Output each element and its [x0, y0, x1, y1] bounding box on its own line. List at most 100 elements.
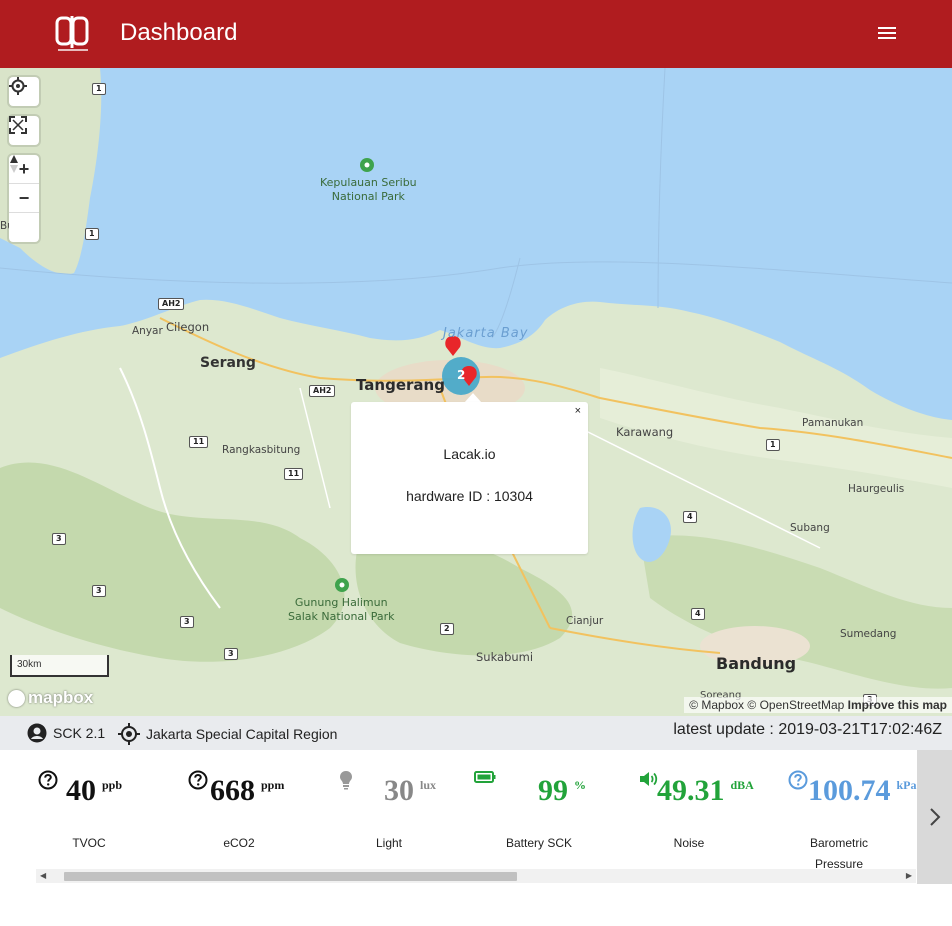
cluster-count[interactable]: 2 — [457, 368, 465, 382]
sensor-value: 30 lux — [384, 774, 436, 808]
road-shield: 11 — [189, 436, 209, 448]
town-label-cilegon: Cilegon — [166, 320, 210, 334]
scroll-left-icon[interactable]: ◀ — [40, 871, 46, 880]
road-shield: AH2 — [158, 298, 185, 310]
zoom-out-button[interactable]: − — [9, 184, 39, 213]
sensor-value: 99% — [538, 774, 586, 808]
road-shield: 2 — [440, 623, 454, 635]
town-label-anyar: Anyar — [132, 325, 163, 337]
town-label-haurgeulis: Haurgeulis — [848, 483, 905, 495]
park-label-halimun: Gunung Halimun Salak National Park — [288, 596, 395, 624]
help-circle-icon[interactable] — [788, 770, 808, 795]
map-view[interactable]: Kepulauan Seribu National Park Jakarta B… — [0, 68, 952, 716]
app-header: Dashboard — [0, 0, 952, 68]
lightbulb-icon — [338, 770, 354, 795]
town-label-rangkasbitung: Rangkasbitung — [222, 444, 301, 456]
attribution-osm-link[interactable]: © OpenStreetMap — [747, 698, 844, 712]
sensor-value-number: 40 — [66, 774, 96, 807]
town-label-pamanukan: Pamanukan — [802, 417, 864, 429]
last-update: latest update : 2019-03-21T17:02:46Z — [673, 721, 942, 738]
locate-icon[interactable] — [9, 77, 39, 106]
help-circle-icon[interactable] — [38, 770, 58, 795]
town-label-sumedang: Sumedang — [840, 628, 897, 640]
user-circle-icon — [27, 723, 47, 743]
popup-close-button[interactable]: × — [575, 405, 581, 417]
volume-icon — [638, 770, 658, 793]
sensor-value: 49.31 dBA — [657, 774, 754, 808]
sensor-value: 668 ppm — [210, 774, 284, 808]
scroll-right-icon[interactable]: ▶ — [906, 871, 912, 880]
sensor-card: 30 lux Light — [314, 750, 464, 870]
location-name: Jakarta Special Capital Region — [146, 726, 338, 742]
fullscreen-control — [9, 116, 39, 145]
scrollbar-thumb[interactable] — [64, 872, 517, 881]
device-info: SCK 2.1 — [27, 723, 105, 743]
sensor-card: 99% Battery SCK — [464, 750, 614, 870]
attribution-mapbox-link[interactable]: © Mapbox — [689, 698, 744, 712]
device-info-bar: SCK 2.1 Jakarta Special Capital Region l… — [0, 716, 952, 750]
mapbox-logo[interactable]: mapbox — [8, 688, 93, 708]
sensor-unit: dBA — [730, 778, 754, 792]
qu-logo-icon[interactable] — [55, 14, 91, 54]
sensor-card: 668 ppm eCO2 — [164, 750, 314, 870]
sensor-unit: % — [574, 778, 586, 792]
help-circle-icon[interactable] — [188, 770, 208, 795]
road-shield: AH2 — [309, 385, 336, 397]
device-name: SCK 2.1 — [53, 725, 106, 741]
road-shield: 1 — [766, 439, 780, 451]
town-label-serang: Serang — [200, 355, 256, 371]
sensor-card: 40 ppb TVOC — [14, 750, 164, 870]
road-shield: 1 — [85, 228, 99, 240]
popup-title: Lacak.io — [443, 446, 496, 462]
carousel-next-button[interactable] — [917, 750, 952, 884]
sensor-value: 40 ppb — [66, 774, 122, 808]
sensor-label: eCO2 — [223, 836, 255, 850]
road-shield: 1 — [92, 83, 106, 95]
sensor-value-number: 668 — [210, 774, 255, 807]
hamburger-menu-icon[interactable] — [876, 24, 898, 44]
sensor-value-number: 49.31 — [657, 774, 725, 807]
bay-label: Jakarta Bay — [443, 326, 529, 341]
location-info: Jakarta Special Capital Region — [118, 723, 337, 745]
sensor-label: Light — [375, 836, 403, 850]
sensor-unit: kPa — [896, 778, 917, 792]
sensor-card: 100.74 kPa Barometric Pressure — [764, 750, 917, 871]
sensor-label: Battery SCK — [505, 836, 573, 850]
road-shield: 3 — [180, 616, 194, 628]
fullscreen-icon[interactable] — [9, 116, 39, 145]
popup-hardware-id: hardware ID : 10304 — [406, 488, 533, 504]
sensor-value-number: 100.74 — [808, 774, 891, 807]
mapbox-logo-text: mapbox — [28, 688, 94, 707]
city-label-tangerang: Tangerang — [356, 376, 445, 394]
zoom-control: + − — [9, 155, 39, 242]
park-label-seribu-text: Kepulauan Seribu National Park — [320, 176, 417, 203]
road-shield: 3 — [92, 585, 106, 597]
horizontal-scrollbar[interactable]: ◀ ▶ — [36, 869, 916, 883]
marker-popup: × Lacak.io hardware ID : 10304 — [351, 402, 588, 554]
sensor-carousel: 40 ppb TVOC 668 ppm eCO2 30 lux Light 99% Battery … — [0, 750, 952, 886]
road-shield: 4 — [683, 511, 697, 523]
park-label-halimun-text: Gunung Halimun Salak National Park — [288, 596, 395, 623]
sensor-value: 100.74 kPa — [808, 774, 917, 808]
town-label-karawang: Karawang — [616, 425, 674, 439]
road-shield: 11 — [284, 468, 304, 480]
map-tiles — [0, 68, 952, 716]
page-title: Dashboard — [120, 19, 238, 46]
mapbox-logo-icon — [8, 689, 25, 707]
town-label-cianjur: Cianjur — [566, 615, 604, 627]
improve-map-link[interactable]: Improve this map — [848, 698, 947, 712]
town-label-sukabumi: Sukabumi — [476, 650, 534, 664]
sensor-value-number: 99 — [538, 774, 568, 807]
city-label-bandung: Bandung — [716, 654, 797, 673]
sensor-unit: lux — [420, 778, 437, 792]
map-attribution: © Mapbox © OpenStreetMap Improve this ma… — [684, 697, 952, 713]
sensor-value-number: 30 — [384, 774, 414, 807]
town-label-subang: Subang — [790, 522, 830, 534]
geolocate-control — [9, 77, 39, 106]
road-shield: 4 — [691, 608, 705, 620]
map-scale: 30km — [10, 655, 109, 677]
sensor-label: TVOC — [72, 836, 106, 850]
crosshair-icon — [118, 723, 140, 745]
sensor-label: Noise — [673, 836, 705, 850]
compass-icon[interactable] — [9, 155, 39, 242]
